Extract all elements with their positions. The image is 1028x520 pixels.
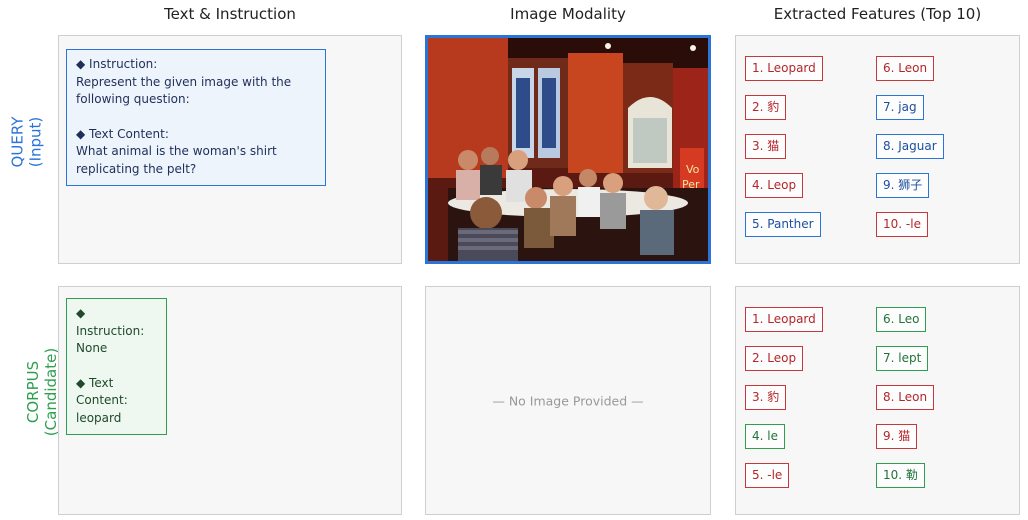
svg-text:Vo: Vo xyxy=(686,163,700,176)
corpus-feature-tag: 6. Leo xyxy=(876,307,927,332)
corpus-feature-tag: 10. 勒 xyxy=(876,463,925,488)
corpus-instruction-box: ◆ Instruction: None ◆ Text Content: leop… xyxy=(66,298,167,435)
corpus-feature-tag: 2. Leop xyxy=(745,346,804,371)
corpus-instruction-text: None xyxy=(76,341,108,355)
corpus-instruction-heading: ◆ Instruction: xyxy=(76,306,145,338)
query-feature-tag: 10. -le xyxy=(876,212,928,237)
query-content-heading: ◆ Text Content: xyxy=(76,126,169,141)
row-label-query: QUERY (Input) xyxy=(7,116,44,168)
corpus-image-panel: — No Image Provided — xyxy=(425,286,711,515)
query-image: Vo Per xyxy=(425,35,711,264)
query-feature-tag: 4. Leop xyxy=(745,173,804,198)
corpus-feature-tag: 3. 豹 xyxy=(745,385,787,410)
corpus-feature-tag: 4. le xyxy=(745,424,785,449)
query-text-panel: ◆ Instruction: Represent the given image… xyxy=(58,35,402,264)
no-image-placeholder: — No Image Provided — xyxy=(492,393,644,408)
row-label-corpus: CORPUS (Candidate) xyxy=(24,347,61,437)
query-feature-tag: 1. Leopard xyxy=(745,56,823,81)
query-feature-tag: 5. Panther xyxy=(745,212,821,237)
query-feature-tag: 3. 猫 xyxy=(745,134,787,159)
query-instruction-box: ◆ Instruction: Represent the given image… xyxy=(66,49,326,186)
header-extracted-features: Extracted Features (Top 10) xyxy=(773,5,982,23)
header-image-modality: Image Modality xyxy=(510,5,626,23)
corpus-feature-tag: 8. Leon xyxy=(876,385,935,410)
query-content-text: What animal is the woman's shirt replica… xyxy=(76,144,277,176)
query-instruction-text: Represent the given image with the follo… xyxy=(76,74,292,107)
corpus-content-heading: ◆ Text Content: xyxy=(76,375,128,408)
corpus-feature-tag: 1. Leopard xyxy=(745,307,823,332)
query-feature-tag: 6. Leon xyxy=(876,56,935,81)
query-feature-tag: 8. Jaguar xyxy=(876,134,944,159)
header-text-instruction: Text & Instruction xyxy=(164,5,296,23)
query-feature-tag: 7. jag xyxy=(876,95,924,120)
corpus-feature-tag: 5. -le xyxy=(745,463,790,488)
corpus-feature-tag: 7. lept xyxy=(876,346,929,371)
query-feature-tag: 2. 豹 xyxy=(745,95,787,120)
corpus-feature-tag: 9. 猫 xyxy=(876,424,918,449)
query-instruction-heading: ◆ Instruction: xyxy=(76,57,158,71)
corpus-content-text: leopard xyxy=(76,410,122,425)
query-feature-tag: 9. 狮子 xyxy=(876,173,930,198)
corpus-text-panel: ◆ Instruction: None ◆ Text Content: leop… xyxy=(58,286,402,515)
